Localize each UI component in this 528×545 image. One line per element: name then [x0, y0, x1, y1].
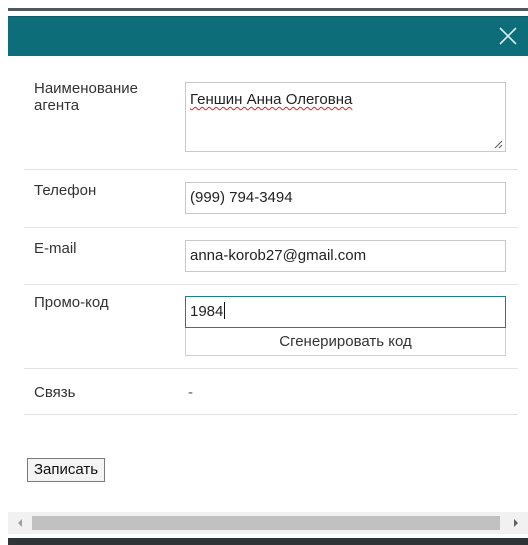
generate-code-button[interactable]: Сгенерировать код: [185, 328, 506, 356]
agent-name-textarea[interactable]: Геншин Анна Олеговна: [185, 82, 506, 152]
window-top-border: [8, 8, 528, 11]
email-row: E-mail anna-korob27@gmail.com: [24, 228, 518, 285]
scrollbar-thumb[interactable]: [32, 516, 500, 530]
link-row: Связь -: [24, 369, 518, 415]
email-label: E-mail: [34, 240, 77, 257]
chevron-left-icon[interactable]: [18, 519, 22, 527]
agent-name-label: Наименование агента: [34, 80, 138, 114]
close-icon[interactable]: [494, 22, 522, 50]
link-value: -: [188, 384, 193, 401]
phone-input[interactable]: (999) 794-3494: [185, 182, 506, 214]
dialog-titlebar: [8, 16, 528, 56]
text-caret: [224, 302, 226, 319]
agent-name-row: Наименование агента Геншин Анна Олеговна: [24, 56, 518, 170]
chevron-right-icon[interactable]: [514, 519, 518, 527]
window-bottom-border: [8, 538, 528, 545]
phone-row: Телефон (999) 794-3494: [24, 170, 518, 228]
link-label: Связь: [34, 384, 76, 401]
agent-name-value: Геншин Анна Олеговна: [190, 91, 353, 108]
promo-label: Промо-код: [34, 294, 109, 311]
promo-row: Промо-код 1984: [24, 285, 518, 369]
agent-dialog: Наименование агента Геншин Анна Олеговна…: [0, 0, 528, 545]
save-button[interactable]: Записать: [27, 458, 106, 482]
resize-grip-icon[interactable]: [494, 140, 503, 149]
email-input[interactable]: anna-korob27@gmail.com: [185, 240, 506, 272]
promo-value: 1984: [190, 303, 224, 320]
horizontal-scrollbar[interactable]: [8, 512, 528, 534]
phone-label: Телефон: [34, 182, 97, 199]
promo-input[interactable]: 1984: [185, 296, 506, 328]
